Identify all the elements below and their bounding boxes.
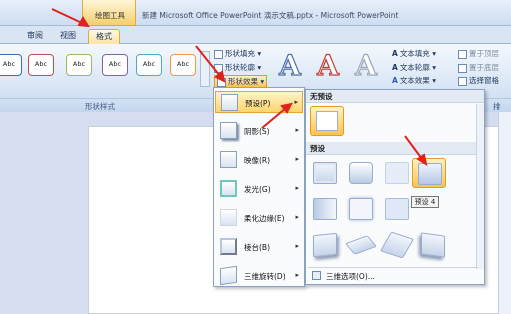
arrow-to-format-tab <box>51 8 90 28</box>
arrow-to-preset-menu <box>261 102 293 129</box>
arrow-to-shape-effects <box>195 45 226 83</box>
annotation-arrows <box>51 8 428 167</box>
arrow-to-preset-4 <box>404 135 428 167</box>
